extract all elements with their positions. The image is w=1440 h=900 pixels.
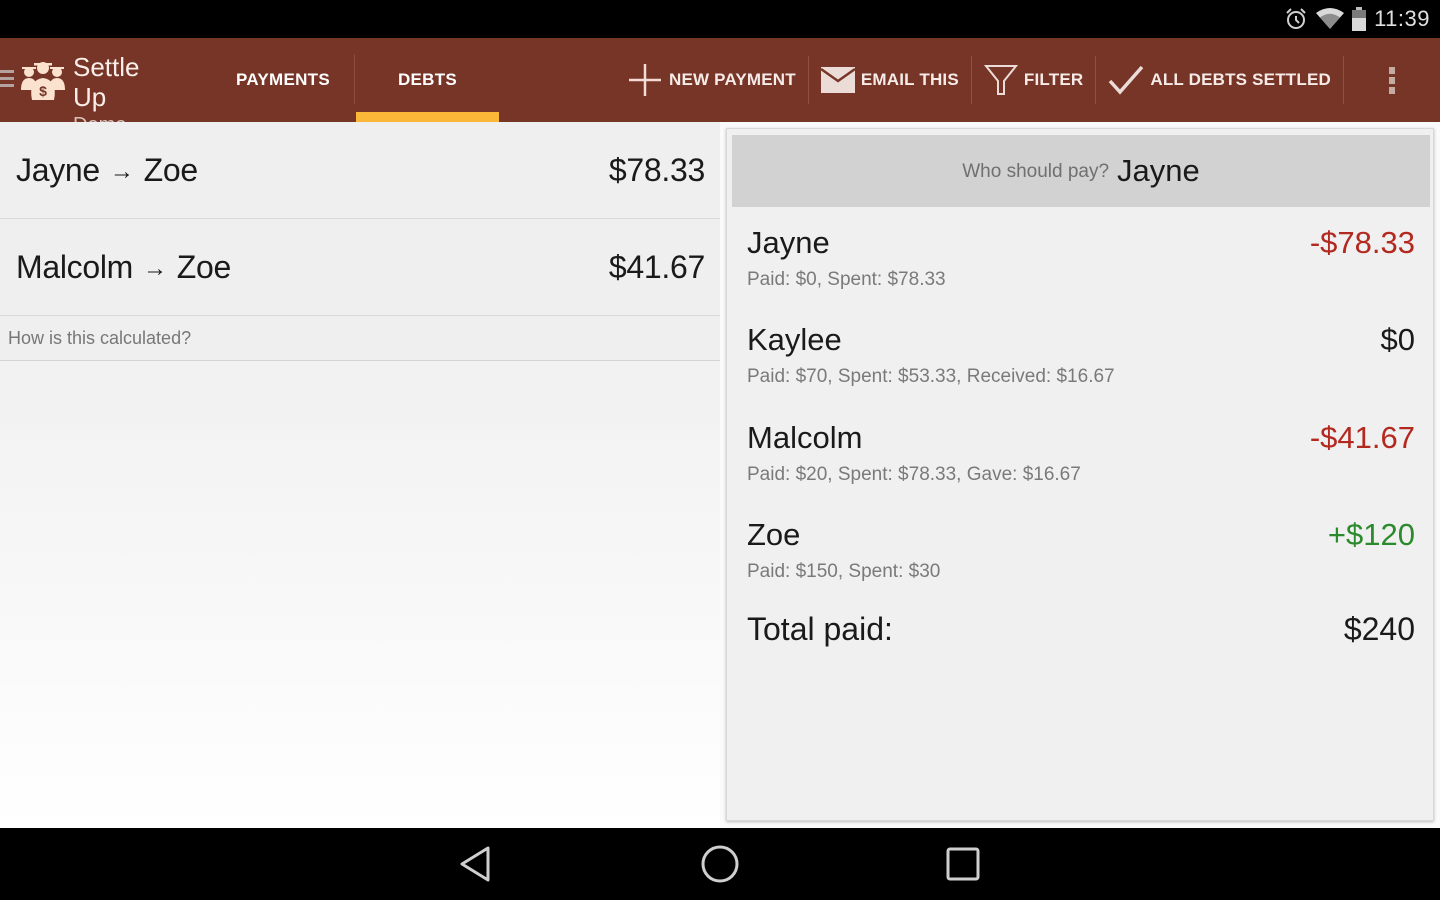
plus-icon	[627, 62, 663, 98]
arrow-right-icon: →	[143, 254, 167, 282]
tab-selected-indicator	[356, 112, 499, 122]
debt-parties: Malcolm → Zoe	[16, 249, 231, 286]
member-balance: +$120	[1327, 517, 1415, 552]
more-vert-icon	[1389, 64, 1395, 97]
status-icons: 11:39	[1284, 4, 1430, 34]
debt-from: Jayne	[16, 151, 100, 188]
total-paid-label: Total paid:	[747, 611, 893, 647]
new-payment-label: NEW PAYMENT	[668, 70, 796, 89]
member-name: Jayne	[747, 225, 830, 260]
action-bar: $ Settle Up Demo group PAYMENTS DEBTS NE…	[0, 38, 1440, 162]
debt-amount: $41.67	[608, 248, 705, 285]
new-payment-button[interactable]: NEW PAYMENT	[611, 38, 808, 122]
system-nav-bar	[0, 828, 1440, 900]
wifi-icon	[1316, 8, 1345, 30]
filter-label: FILTER	[1023, 70, 1084, 89]
who-should-pay-name: Jayne	[1117, 153, 1200, 188]
arrow-right-icon: →	[109, 157, 134, 185]
member-name: Zoe	[747, 517, 801, 552]
checkmark-icon	[1108, 65, 1144, 95]
recents-button[interactable]	[933, 842, 993, 886]
member-detail: Paid: $150, Spent: $30	[747, 561, 941, 582]
member-balance-row: Jayne -$78.33 Paid: $0, Spent: $78.33	[747, 225, 1415, 315]
debt-row[interactable]: Malcolm → Zoe $41.67	[0, 219, 720, 316]
content-area: Jayne → Zoe $78.33 Malcolm → Zoe $41.67 How …	[0, 122, 1440, 828]
debts-list-pane: Jayne → Zoe $78.33 Malcolm → Zoe $41.67 How …	[0, 122, 720, 828]
member-name: Malcolm	[747, 420, 863, 455]
member-balance-row: Zoe +$120 Paid: $150, Spent: $30	[747, 517, 1415, 607]
back-button[interactable]	[446, 842, 506, 886]
all-debts-settled-button[interactable]: ALL DEBTS SETTLED	[1096, 38, 1343, 122]
svg-text:$: $	[39, 83, 47, 99]
home-button[interactable]	[690, 842, 750, 886]
member-balance: -$41.67	[1309, 420, 1415, 455]
overflow-menu-button[interactable]	[1344, 38, 1440, 122]
filter-icon	[983, 64, 1018, 96]
recents-icon	[946, 847, 980, 881]
total-paid-row: Total paid: $240	[747, 611, 1415, 651]
tab-divider	[354, 54, 355, 104]
member-name: Kaylee	[747, 322, 842, 357]
debt-to: Zoe	[176, 248, 232, 285]
debt-row[interactable]: Jayne → Zoe $78.33	[0, 122, 720, 219]
debt-to: Zoe	[143, 151, 199, 188]
who-should-pay-label: Who should pay?	[962, 161, 1110, 182]
debt-from: Malcolm	[16, 248, 134, 285]
action-buttons: NEW PAYMENT EMAIL THIS FILTER ALL DEBTS …	[611, 38, 1440, 122]
tab-payments[interactable]: PAYMENTS	[212, 38, 354, 122]
tab-debts[interactable]: DEBTS	[356, 38, 499, 122]
member-detail: Paid: $0, Spent: $78.33	[747, 269, 946, 290]
total-paid-value: $240	[1343, 611, 1415, 647]
member-balance-row: Malcolm -$41.67 Paid: $20, Spent: $78.33…	[747, 420, 1415, 510]
email-this-label: EMAIL THIS	[860, 70, 959, 89]
debt-amount: $78.33	[608, 151, 705, 188]
member-balance: -$78.33	[1309, 225, 1415, 260]
member-detail: Paid: $70, Spent: $53.33, Received: $16.…	[747, 366, 1115, 387]
filter-button[interactable]: FILTER	[972, 38, 1095, 122]
drawer-menu-icon[interactable]	[0, 70, 14, 91]
status-bar: 11:39	[0, 0, 1440, 38]
who-should-pay-header: Who should pay? Jayne	[732, 135, 1430, 207]
alarm-icon	[1284, 7, 1308, 31]
debt-parties: Jayne → Zoe	[16, 152, 198, 189]
home-icon	[701, 845, 739, 883]
app-logo-icon: $	[21, 62, 65, 100]
status-time: 11:39	[1374, 6, 1430, 31]
battery-icon	[1352, 7, 1367, 31]
how-is-this-calculated-link[interactable]: How is this calculated?	[0, 316, 720, 361]
email-this-button[interactable]: EMAIL THIS	[809, 38, 971, 122]
balance-summary-card: Who should pay? Jayne Jayne -$78.33 Paid…	[726, 128, 1434, 821]
all-debts-settled-label: ALL DEBTS SETTLED	[1150, 70, 1331, 89]
member-detail: Paid: $20, Spent: $78.33, Gave: $16.67	[747, 464, 1081, 485]
member-balance: $0	[1380, 322, 1415, 357]
back-icon	[460, 846, 490, 882]
app-title: Settle Up	[73, 52, 140, 112]
member-balance-row: Kaylee $0 Paid: $70, Spent: $53.33, Rece…	[747, 322, 1415, 412]
envelope-icon	[820, 67, 855, 93]
